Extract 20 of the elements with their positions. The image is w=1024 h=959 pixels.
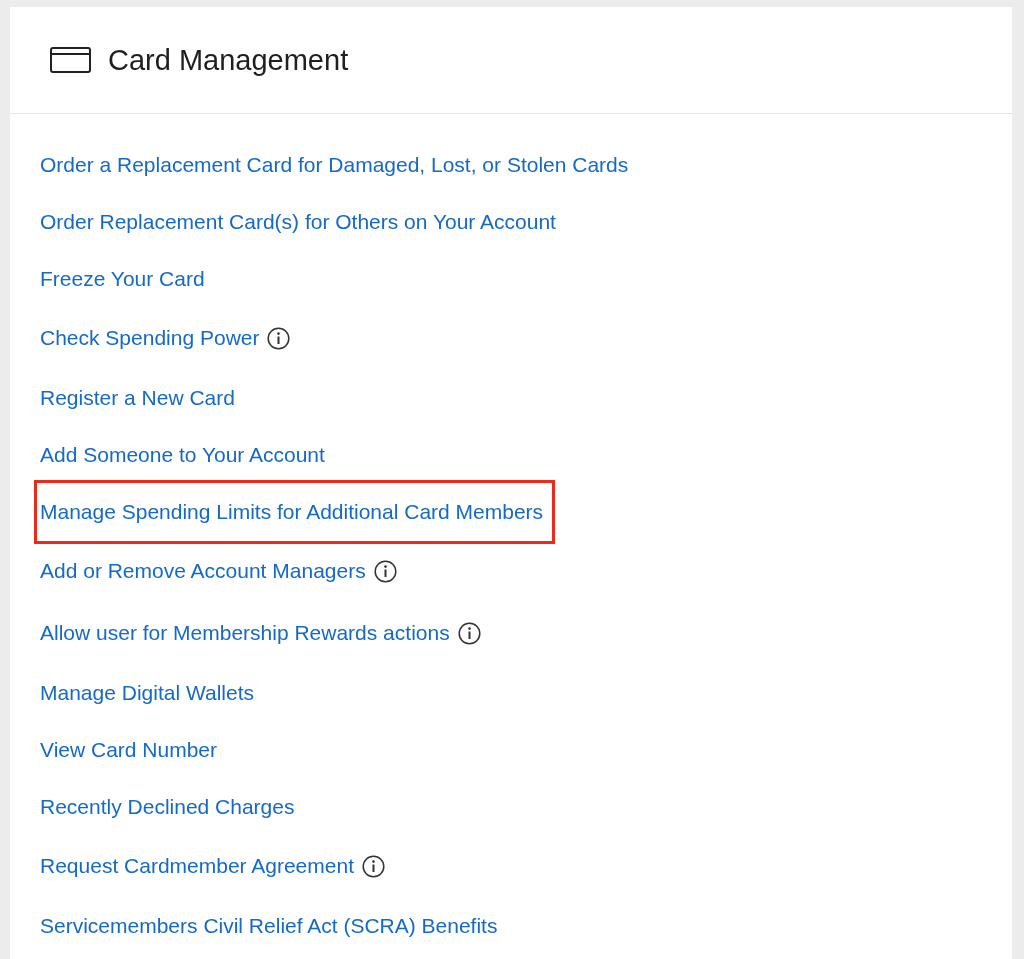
action-link[interactable]: Recently Declined Charges <box>40 794 295 819</box>
info-icon[interactable] <box>362 854 385 878</box>
info-icon[interactable] <box>373 559 397 583</box>
action-link[interactable]: View Card Number <box>40 737 217 762</box>
info-icon[interactable] <box>267 326 291 350</box>
action-link[interactable]: Allow user for Membership Rewards actions <box>40 621 450 645</box>
action-link[interactable]: Check Spending Power <box>40 326 260 350</box>
panel-title: Card Management <box>108 43 349 77</box>
action-link[interactable]: Add Someone to Your Account <box>40 442 325 467</box>
action-link[interactable]: Freeze Your Card <box>40 266 205 291</box>
info-icon[interactable] <box>457 621 481 645</box>
action-link[interactable]: Register a New Card <box>40 385 235 410</box>
action-link[interactable]: Order a Replacement Card for Damaged, Lost, or Stolen Cards <box>40 152 629 177</box>
action-link[interactable]: Request Cardmember Agreement <box>40 854 354 878</box>
action-link[interactable]: Manage Spending Limits for Additional Card Members <box>34 479 556 544</box>
credit-card-icon <box>50 47 91 73</box>
action-link[interactable]: Add or Remove Account Managers <box>40 559 366 583</box>
action-link[interactable]: Servicemembers Civil Relief Act (SCRA) Benefits <box>40 913 498 938</box>
action-link[interactable]: Manage Digital Wallets <box>40 680 254 705</box>
action-link[interactable]: Order Replacement Card(s) for Others on Your Account <box>40 209 556 234</box>
